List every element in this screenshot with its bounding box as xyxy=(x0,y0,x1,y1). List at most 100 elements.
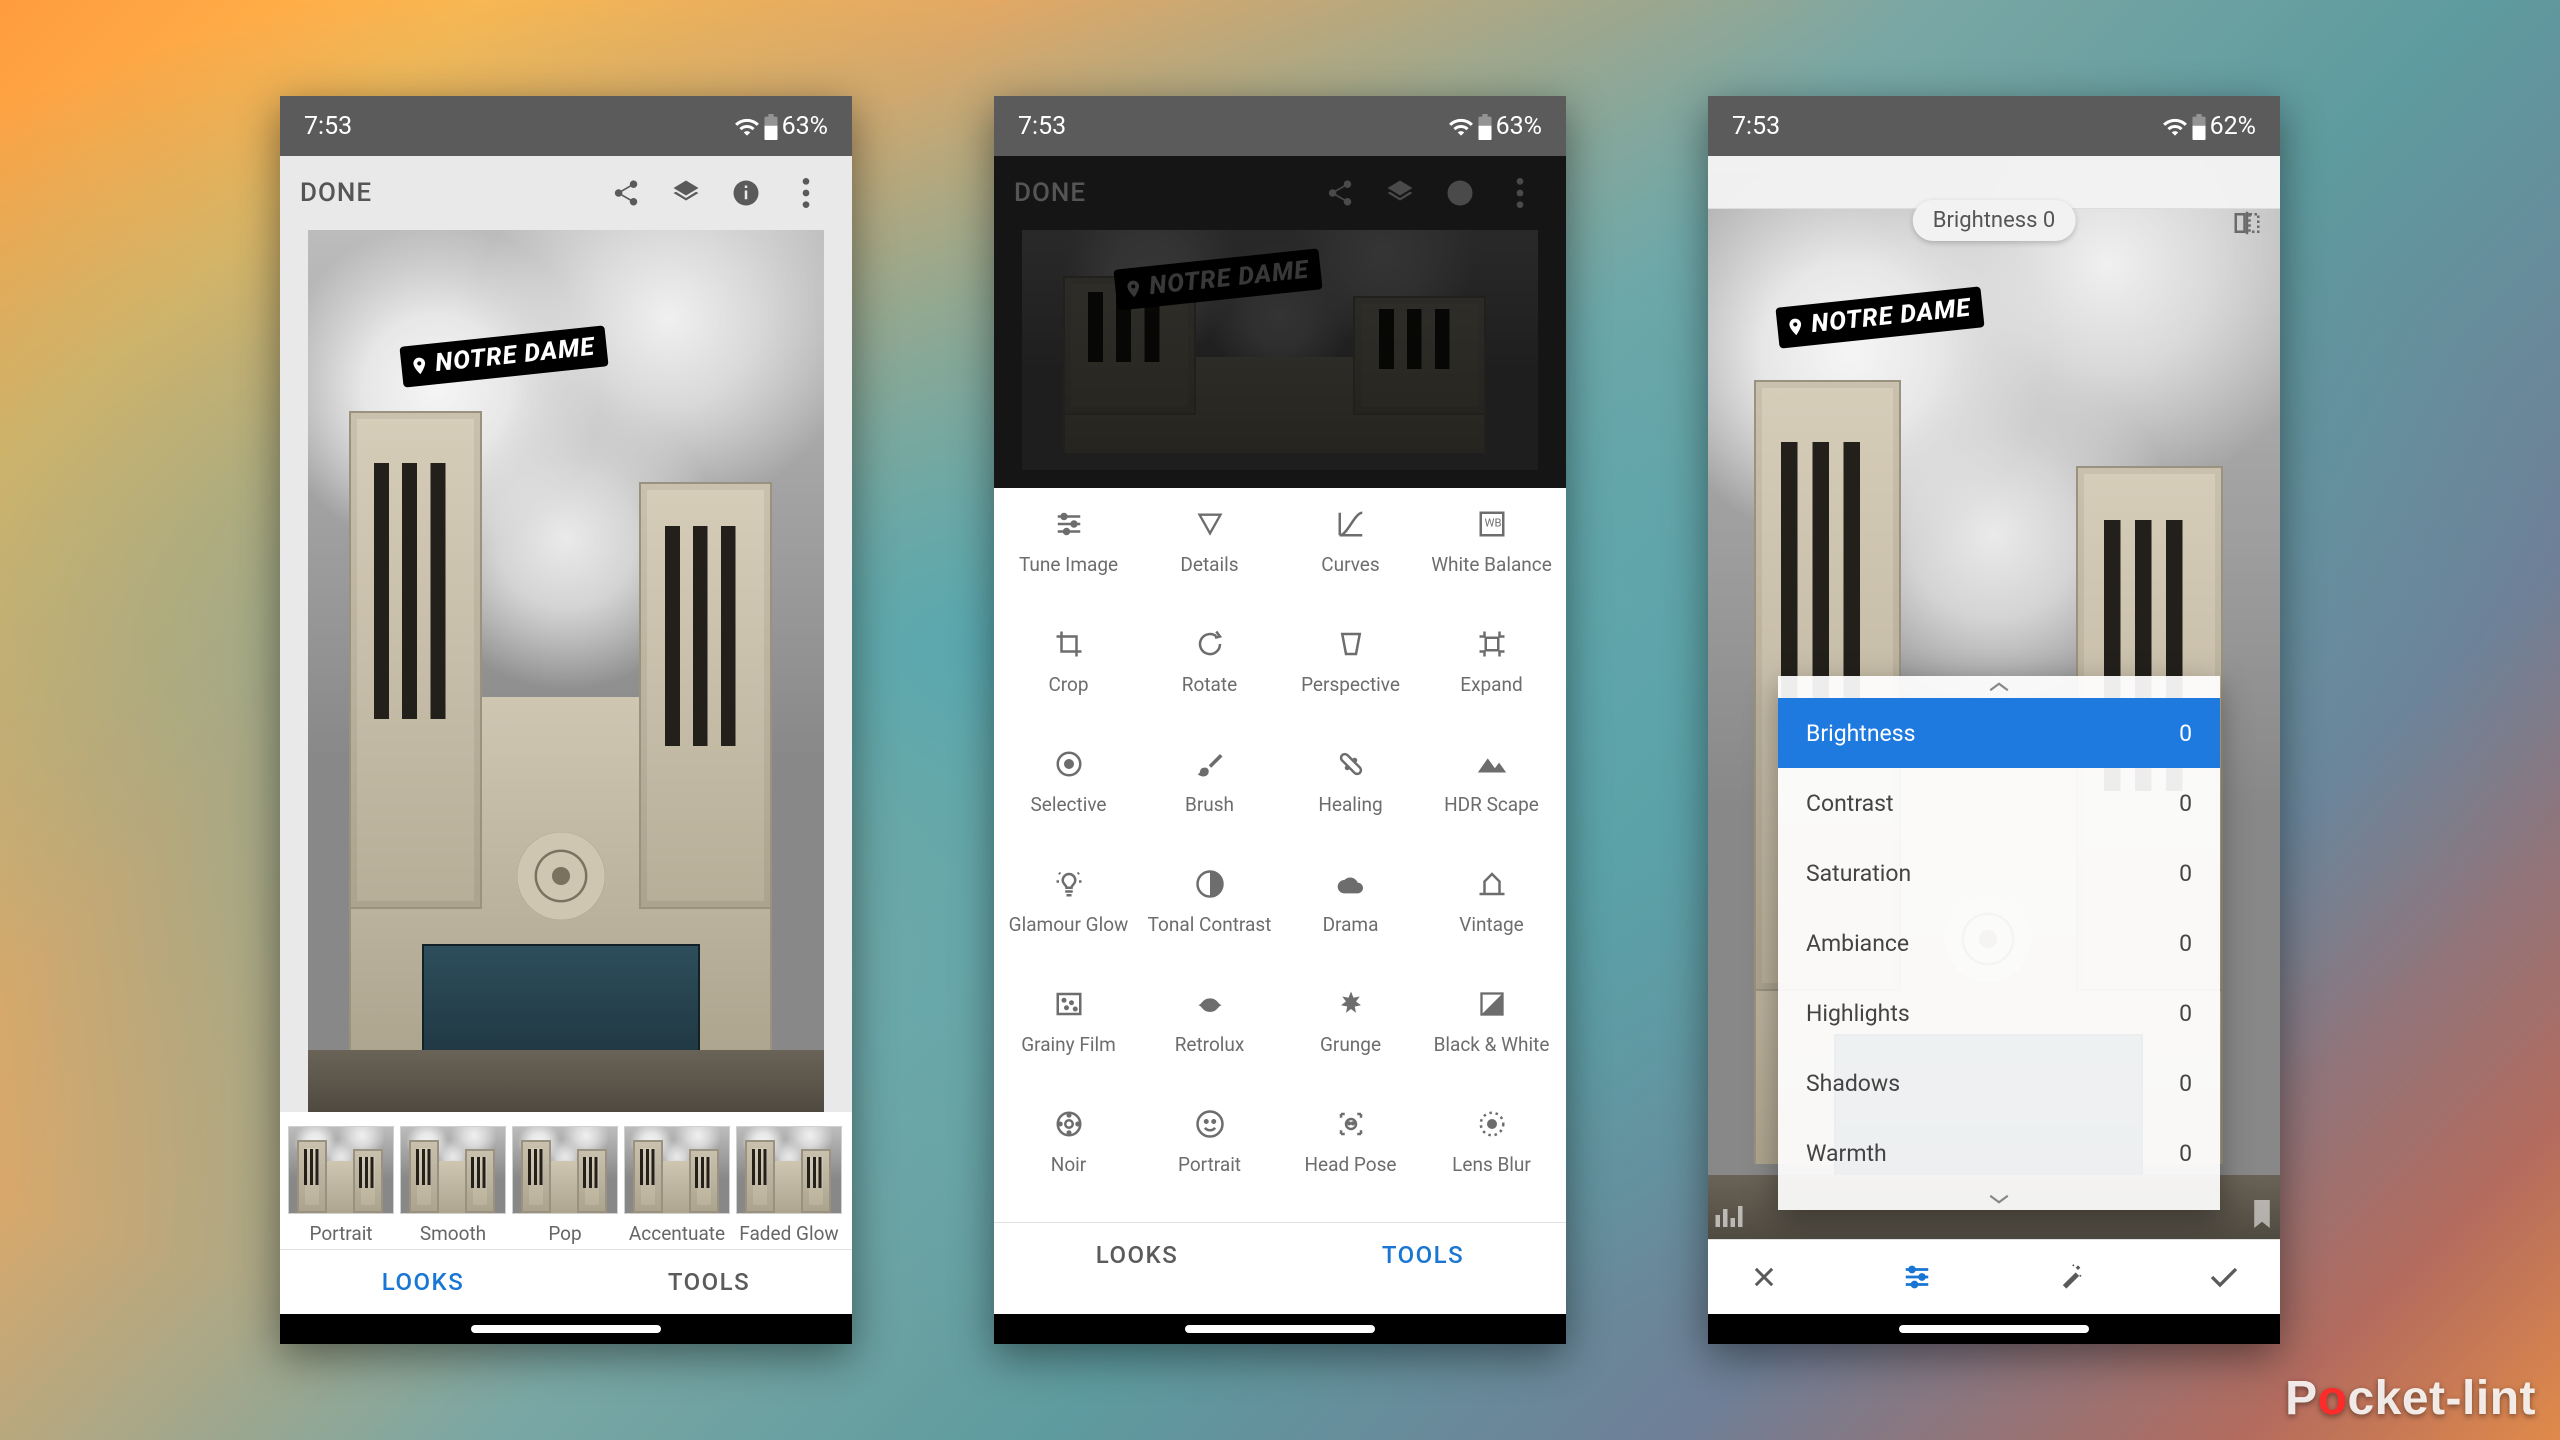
tool-label: Selective xyxy=(1031,794,1107,815)
slider-value: 0 xyxy=(2179,1140,2192,1167)
tool-black-white[interactable]: Black & White xyxy=(1421,982,1562,1102)
background: 7:53 63% DONE xyxy=(0,0,2560,1440)
tab-looks[interactable]: LOOKS xyxy=(280,1250,566,1314)
tool-label: Vintage xyxy=(1459,914,1524,935)
tool-label: White Balance xyxy=(1431,554,1552,575)
tool-white-balance[interactable]: WB White Balance xyxy=(1421,502,1562,622)
tool-selective[interactable]: Selective xyxy=(998,742,1139,862)
slider-row-warmth[interactable]: Warmth0 xyxy=(1778,1118,2220,1188)
tool-drama[interactable]: Drama xyxy=(1280,862,1421,982)
look-label: Accentuate xyxy=(624,1222,730,1245)
tool-tonal-contrast[interactable]: Tonal Contrast xyxy=(1139,862,1280,982)
tool-rotate[interactable]: Rotate xyxy=(1139,622,1280,742)
tool-vintage[interactable]: Vintage xyxy=(1421,862,1562,982)
done-button[interactable]: DONE xyxy=(300,178,372,208)
tool-expand[interactable]: Expand xyxy=(1421,622,1562,742)
compare-icon[interactable] xyxy=(2232,208,2262,242)
tool-label: Lens Blur xyxy=(1452,1154,1531,1175)
adjust-icon[interactable] xyxy=(1889,1262,1945,1292)
tool-perspective[interactable]: Perspective xyxy=(1280,622,1421,742)
status-bar: 7:53 63% xyxy=(280,96,852,156)
status-bar: 7:53 62% xyxy=(1708,96,2280,156)
top-bar: DONE xyxy=(994,156,1566,230)
more-icon[interactable] xyxy=(780,167,832,219)
tool-tune-image[interactable]: Tune Image xyxy=(998,502,1139,622)
auto-icon[interactable] xyxy=(2043,1263,2099,1291)
tool-label: Black & White xyxy=(1434,1034,1550,1055)
tool-curves[interactable]: Curves xyxy=(1280,502,1421,622)
tool-retrolux[interactable]: Retrolux xyxy=(1139,982,1280,1102)
chevron-down-icon[interactable] xyxy=(1778,1188,2220,1210)
info-icon[interactable] xyxy=(720,167,772,219)
look-label: Faded Glow xyxy=(736,1222,842,1245)
slider-row-brightness[interactable]: Brightness0 xyxy=(1778,698,2220,768)
info-icon[interactable] xyxy=(1434,167,1486,219)
tune-slider-list[interactable]: Brightness0 Contrast0 Saturation 0 Ambian… xyxy=(1778,676,2220,1210)
done-button[interactable]: DONE xyxy=(1014,178,1086,208)
slider-row-shadows[interactable]: Shadows0 xyxy=(1778,1048,2220,1118)
status-time: 7:53 xyxy=(1018,112,1066,141)
look-item[interactable]: Smooth xyxy=(400,1126,506,1245)
bottom-tabs: LOOKS TOOLS xyxy=(994,1222,1566,1287)
slider-value: 0 xyxy=(2179,720,2192,747)
tool-label: Glamour Glow xyxy=(1009,914,1129,935)
more-icon[interactable] xyxy=(1494,167,1546,219)
tool-label: HDR Scape xyxy=(1444,794,1539,815)
tool-grunge[interactable]: Grunge xyxy=(1280,982,1421,1102)
look-item[interactable]: Accentuate xyxy=(624,1126,730,1245)
slider-name: Ambiance xyxy=(1806,930,1909,957)
tab-tools[interactable]: TOOLS xyxy=(1280,1223,1566,1287)
svg-text:WB: WB xyxy=(1484,517,1501,530)
tool-label: Drama xyxy=(1323,914,1379,935)
tool-portrait[interactable]: Portrait xyxy=(1139,1102,1280,1222)
histogram-icon[interactable] xyxy=(1714,1202,1744,1232)
chevron-up-icon[interactable] xyxy=(1778,676,2220,698)
slider-name: Saturation xyxy=(1806,860,1911,887)
phone-screenshot-2: 7:53 63% DONE NOTRE DAME xyxy=(994,96,1566,1344)
battery-percent: 63% xyxy=(782,112,828,141)
tool-grainy-film[interactable]: Grainy Film xyxy=(998,982,1139,1102)
apply-button[interactable] xyxy=(2196,1264,2252,1290)
tab-tools[interactable]: TOOLS xyxy=(566,1250,852,1314)
tool-healing[interactable]: Healing xyxy=(1280,742,1421,862)
slider-value: 0 xyxy=(2179,1070,2192,1097)
tool-label: Tonal Contrast xyxy=(1148,914,1272,935)
battery-icon xyxy=(1476,112,1494,141)
close-button[interactable] xyxy=(1736,1263,1792,1291)
tool-noir[interactable]: Noir xyxy=(998,1102,1139,1222)
tool-lens-blur[interactable]: Lens Blur xyxy=(1421,1102,1562,1222)
phone-screenshot-1: 7:53 63% DONE xyxy=(280,96,852,1344)
slider-value: 0 xyxy=(2179,930,2192,957)
tool-label: Noir xyxy=(1051,1154,1086,1175)
slider-row-highlights[interactable]: Highlights0 xyxy=(1778,978,2220,1048)
share-icon[interactable] xyxy=(600,167,652,219)
bookmark-icon[interactable] xyxy=(2250,1200,2274,1232)
look-item[interactable]: Faded Glow xyxy=(736,1126,842,1245)
tool-details[interactable]: Details xyxy=(1139,502,1280,622)
tool-label: Crop xyxy=(1048,674,1088,695)
share-icon[interactable] xyxy=(1314,167,1366,219)
slider-row-contrast[interactable]: Contrast0 xyxy=(1778,768,2220,838)
tool-label: Brush xyxy=(1185,794,1234,815)
tool-hdr-scape[interactable]: HDR Scape xyxy=(1421,742,1562,862)
tool-brush[interactable]: Brush xyxy=(1139,742,1280,862)
slider-row-saturation[interactable]: Saturation 0 xyxy=(1778,838,2220,908)
look-item[interactable]: Portrait xyxy=(288,1126,394,1245)
wifi-icon xyxy=(2162,112,2188,141)
status-time: 7:53 xyxy=(1732,112,1780,141)
layers-icon[interactable] xyxy=(660,167,712,219)
tab-looks[interactable]: LOOKS xyxy=(994,1223,1280,1287)
tool-crop[interactable]: Crop xyxy=(998,622,1139,742)
tool-glamour-glow[interactable]: Glamour Glow xyxy=(998,862,1139,982)
phone-screenshot-3: 7:53 62% NOTRE DAME Brightness 0 xyxy=(1708,96,2280,1344)
bottom-tabs: LOOKS TOOLS xyxy=(280,1249,852,1314)
photo-canvas[interactable]: NOTRE DAME xyxy=(308,230,824,1112)
look-item[interactable]: Pop xyxy=(512,1126,618,1245)
tools-grid: Tune Image Details Curves WB White Balanc… xyxy=(994,488,1566,1222)
tool-head-pose[interactable]: Head Pose xyxy=(1280,1102,1421,1222)
slider-value: 0 xyxy=(2179,860,2192,887)
slider-row-ambiance[interactable]: Ambiance 0 xyxy=(1778,908,2220,978)
tool-label: Expand xyxy=(1460,674,1522,695)
app-screen: DONE NOTRE DAME Portrait Sm xyxy=(280,156,852,1314)
layers-icon[interactable] xyxy=(1374,167,1426,219)
